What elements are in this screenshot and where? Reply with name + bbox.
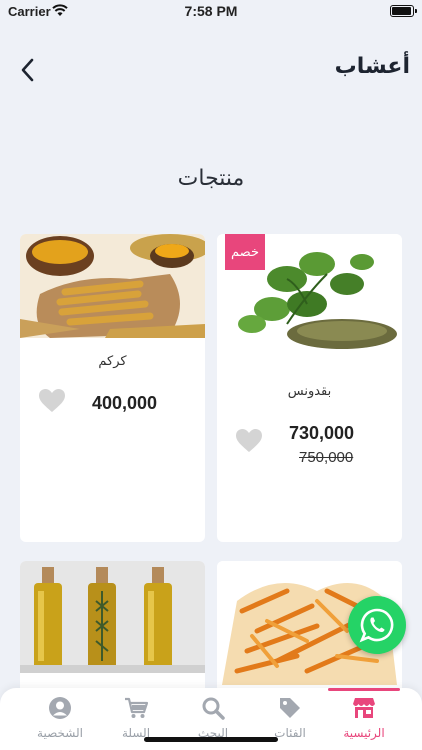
tab-label: الشخصية xyxy=(37,726,83,740)
page-title: أعشاب xyxy=(334,54,410,79)
user-icon xyxy=(49,697,71,719)
tag-icon xyxy=(280,698,300,718)
header: أعشاب xyxy=(0,48,422,94)
store-icon xyxy=(353,698,375,718)
search-icon xyxy=(202,697,225,720)
heart-icon[interactable] xyxy=(38,388,66,414)
clock: 7:58 PM xyxy=(184,3,238,19)
product-card[interactable]: خصم بقدونس 730,000 750,000 xyxy=(217,234,402,542)
status-bar: Carrier 7:58 PM xyxy=(0,0,422,24)
discount-badge: خصم xyxy=(225,234,265,270)
tab-home[interactable]: الرئيسية xyxy=(322,688,406,750)
product-name: كركم xyxy=(98,354,127,369)
product-name: بقدونس xyxy=(287,384,332,399)
product-price: 730,000 xyxy=(289,423,355,443)
section-title: منتجات xyxy=(177,166,245,191)
product-image-turmeric xyxy=(20,234,205,338)
product-image-oil-bottles xyxy=(20,561,205,673)
cart-icon xyxy=(125,697,148,718)
whatsapp-button[interactable] xyxy=(348,596,406,654)
tab-label: الرئيسية xyxy=(343,726,385,740)
product-card[interactable]: كركم 400,000 xyxy=(20,234,205,542)
tab-profile[interactable]: الشخصية xyxy=(18,688,102,750)
heart-icon[interactable] xyxy=(235,428,263,454)
product-price: 400,000 xyxy=(92,393,158,413)
chevron-left-icon[interactable] xyxy=(14,56,42,84)
whatsapp-icon xyxy=(359,608,394,643)
home-indicator xyxy=(144,737,278,742)
battery-icon xyxy=(390,5,417,17)
product-old-price: 750,000 xyxy=(299,449,354,466)
